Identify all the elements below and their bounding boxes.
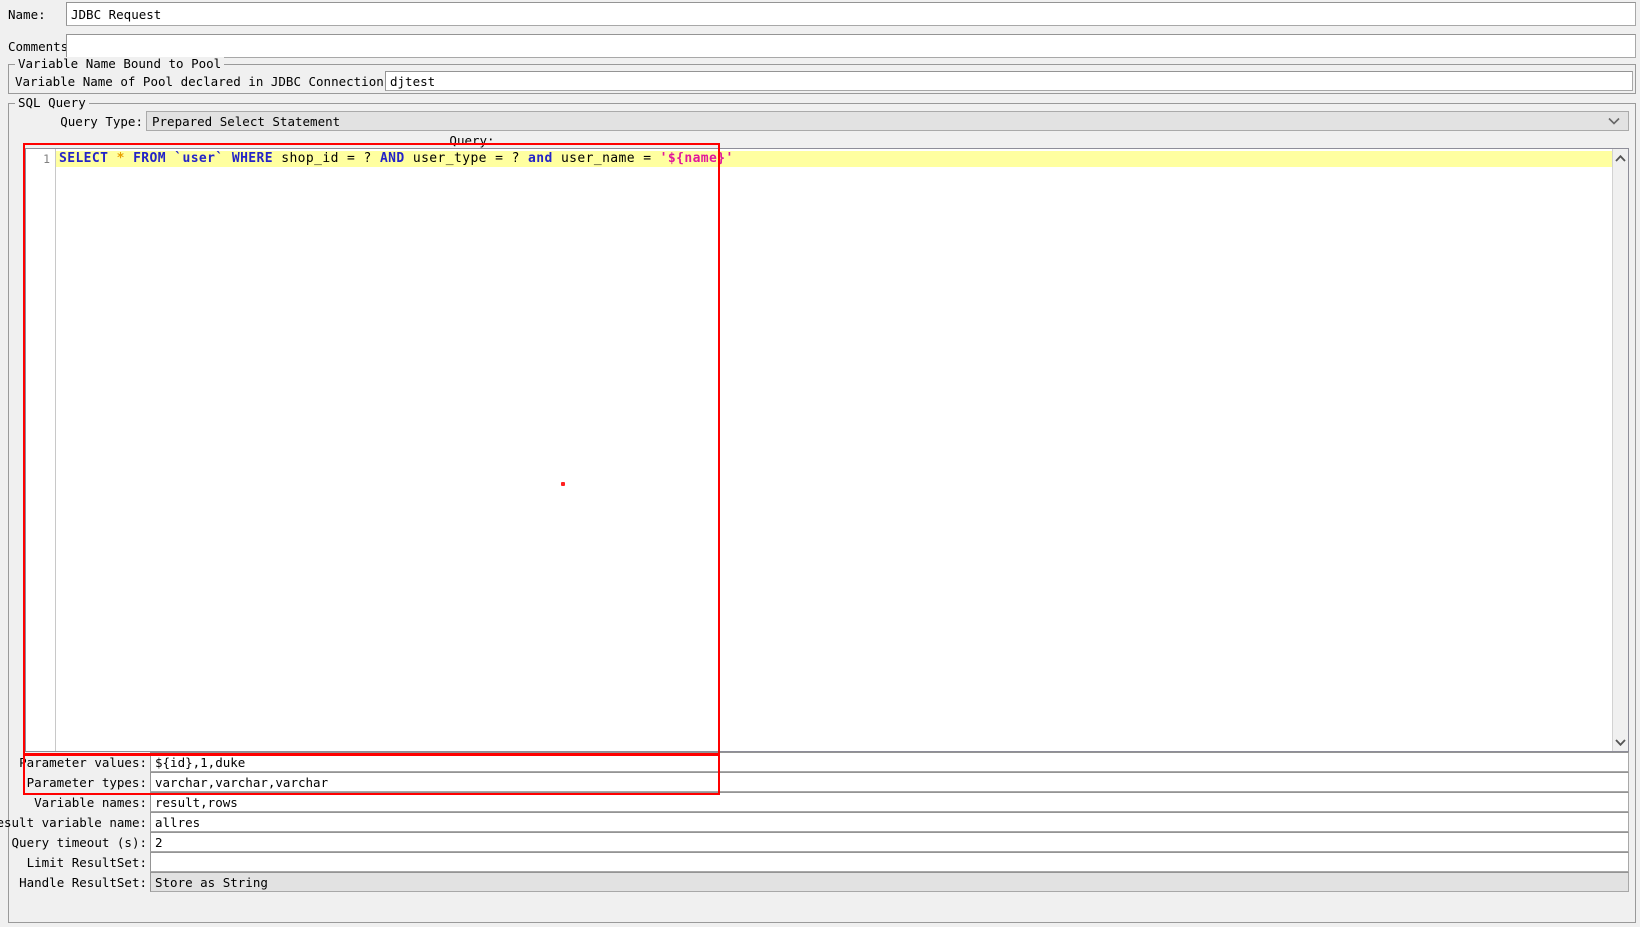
- scroll-up-arrow-icon[interactable]: [1614, 151, 1628, 165]
- sql-code-area[interactable]: SELECT * FROM `user` WHERE shop_id = ? A…: [56, 149, 1612, 751]
- field-input[interactable]: ${id},1,duke: [150, 752, 1629, 772]
- line-number-gutter: 1: [26, 149, 56, 751]
- field-row: Parameter types: varchar,varchar,varchar: [11, 772, 1629, 792]
- comments-input[interactable]: [66, 34, 1636, 58]
- sql-token-7: [224, 151, 232, 166]
- field-label: Handle ResultSet:: [11, 872, 150, 892]
- field-input[interactable]: allres: [150, 812, 1629, 832]
- query-type-row: Query Type: Prepared Select Statement: [11, 111, 1633, 131]
- sql-query-body: Query Type: Prepared Select Statement Qu…: [0, 104, 1635, 892]
- query-type-label: Query Type:: [11, 111, 146, 131]
- field-label: Parameter values:: [11, 752, 150, 772]
- field-label: Limit ResultSet:: [11, 852, 150, 872]
- sql-token-8: WHERE: [231, 151, 273, 166]
- identification-panel: Name: JDBC Request Comments:: [0, 2, 1640, 58]
- field-label: Parameter types:: [11, 772, 150, 792]
- sql-token-4: FROM: [133, 151, 166, 166]
- sql-token-6: `user`: [174, 151, 224, 166]
- field-readonly-value[interactable]: Store as String: [150, 872, 1629, 892]
- field-input[interactable]: [150, 852, 1629, 872]
- cursor-dot-artifact: [561, 482, 565, 486]
- comments-row: Comments:: [0, 34, 1640, 58]
- pool-variable-input[interactable]: djtest: [385, 71, 1633, 91]
- sql-token-12: and: [528, 151, 553, 166]
- sql-token-14: '${name}': [659, 151, 734, 166]
- sql-query-title: SQL Query: [15, 96, 89, 110]
- sql-token-3: [125, 151, 133, 166]
- field-row: Variable names: result,rows: [11, 792, 1629, 812]
- sql-token-11: user_type = ?: [404, 151, 529, 166]
- query-caption-label: Query:: [449, 133, 495, 148]
- field-input[interactable]: 2: [150, 832, 1629, 852]
- field-input[interactable]: result,rows: [150, 792, 1629, 812]
- sql-token-9: shop_id = ?: [272, 151, 380, 166]
- pool-row: Variable Name of Pool declared in JDBC C…: [11, 71, 1633, 91]
- field-label: Variable names:: [11, 792, 150, 812]
- comments-label: Comments:: [0, 34, 76, 58]
- query-type-selected-value: Prepared Select Statement: [152, 113, 341, 129]
- name-label: Name:: [0, 2, 66, 26]
- sql-code-line: SELECT * FROM `user` WHERE shop_id = ? A…: [56, 151, 1612, 167]
- field-row: Limit ResultSet:: [11, 852, 1629, 872]
- sql-token-10: AND: [379, 151, 405, 166]
- sql-token-5: [166, 151, 174, 166]
- field-row: Result variable name: allres: [0, 812, 1629, 832]
- field-label: Query timeout (s):: [11, 832, 150, 852]
- sql-token-2: *: [116, 151, 125, 166]
- sql-token-0: SELECT: [59, 151, 109, 166]
- field-row: Handle ResultSet: Store as String: [11, 872, 1629, 892]
- field-row: Parameter values: ${id},1,duke: [11, 752, 1629, 772]
- sql-token-1: [108, 151, 116, 166]
- name-input[interactable]: JDBC Request: [66, 2, 1636, 26]
- chevron-down-icon: [1608, 115, 1620, 127]
- line-number: 1: [43, 152, 50, 166]
- pool-group-title: Variable Name Bound to Pool: [15, 57, 225, 71]
- sql-query-panel: SQL Query Query Type: Prepared Select St…: [0, 96, 1636, 923]
- pool-group-panel: Variable Name Bound to Pool Variable Nam…: [8, 57, 1636, 94]
- sql-options-rows: Parameter values: ${id},1,duke Parameter t…: [0, 752, 1629, 892]
- field-input[interactable]: varchar,varchar,varchar: [150, 772, 1629, 792]
- sql-editor[interactable]: 1 SELECT * FROM `user` WHERE shop_id = ?…: [25, 148, 1629, 752]
- name-row: Name: JDBC Request: [0, 2, 1640, 26]
- query-type-select[interactable]: Prepared Select Statement: [146, 111, 1629, 131]
- field-label: Result variable name:: [0, 812, 150, 832]
- scroll-down-arrow-icon[interactable]: [1614, 735, 1628, 749]
- pool-group-body: Variable Name of Pool declared in JDBC C…: [9, 65, 1635, 94]
- sql-token-13: user_name =: [552, 151, 660, 166]
- editor-vertical-scrollbar[interactable]: [1612, 149, 1628, 751]
- pool-variable-label: Variable Name of Pool declared in JDBC C…: [11, 71, 497, 91]
- field-row: Query timeout (s): 2: [11, 832, 1629, 852]
